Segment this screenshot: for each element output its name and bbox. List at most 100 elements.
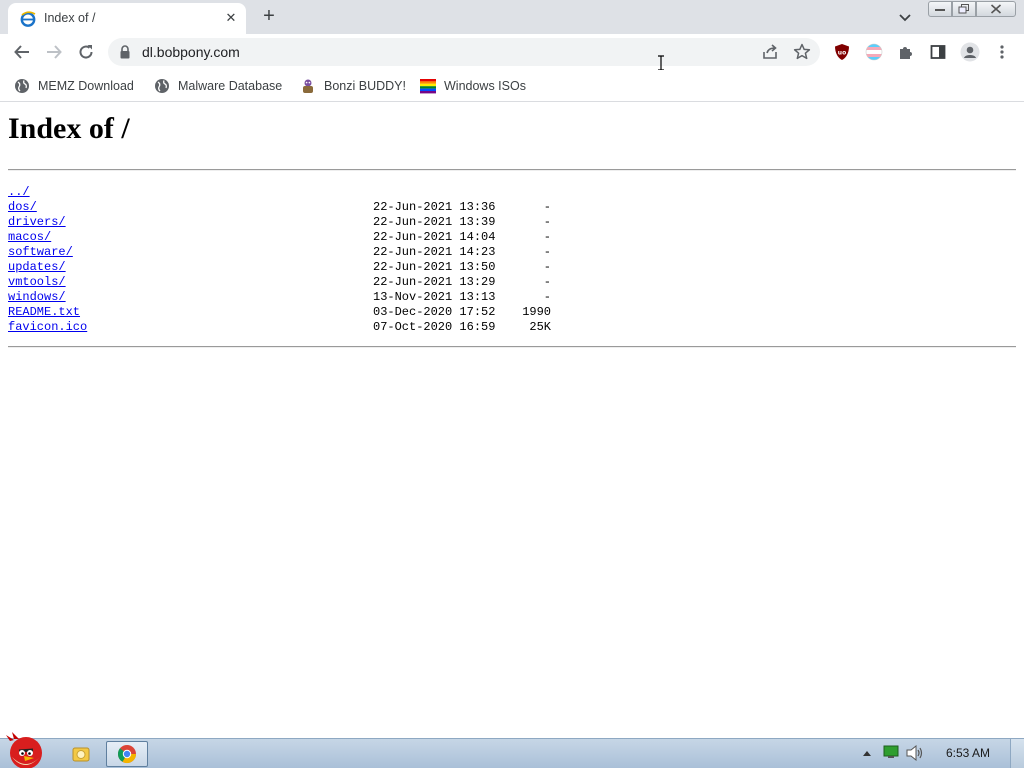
file-explorer-icon <box>72 747 90 762</box>
entry-date: 07-Oct-2020 16:59 <box>373 320 496 334</box>
show-hidden-icons-icon[interactable] <box>862 749 872 757</box>
text-cursor-icon <box>658 55 664 71</box>
bookmark-windows-isos[interactable]: Windows ISOs <box>420 76 526 96</box>
back-button[interactable] <box>10 40 34 64</box>
entry-link-drivers[interactable]: drivers/ <box>8 215 66 230</box>
ublock-icon: uo <box>835 44 849 60</box>
volume-icon[interactable] <box>906 745 924 761</box>
entry-link-macos[interactable]: macos/ <box>8 230 51 245</box>
minimize-button[interactable] <box>928 1 952 17</box>
arrow-left-icon <box>14 45 29 59</box>
url-text[interactable]: dl.bobpony.com <box>142 44 240 60</box>
extensions-button[interactable] <box>894 40 918 64</box>
side-panel-button[interactable] <box>926 40 950 64</box>
list-item: ../ <box>8 185 51 200</box>
tab-strip: Index of / ✕ + <box>0 0 1024 34</box>
reload-button[interactable] <box>74 40 98 64</box>
bookmarks-bar: MEMZ Download Malware Database Bonzi BUD… <box>0 70 1024 102</box>
list-item: README.txt 03-Dec-2020 17:52 1990 <box>8 305 551 320</box>
close-tab-icon[interactable]: ✕ <box>222 9 240 27</box>
list-item: updates/ 22-Jun-2021 13:50 - <box>8 260 551 275</box>
entry-date: 22-Jun-2021 13:29 <box>373 275 496 289</box>
entry-size: - <box>543 230 551 244</box>
entry-link-readme[interactable]: README.txt <box>8 305 80 320</box>
internet-explorer-icon <box>20 11 36 27</box>
list-item: software/ 22-Jun-2021 14:23 - <box>8 245 551 260</box>
close-icon <box>990 4 1002 14</box>
lock-icon[interactable] <box>118 44 132 60</box>
bookmark-star-icon[interactable] <box>792 42 812 62</box>
chevron-down-icon[interactable] <box>894 6 916 28</box>
taskbar-chrome[interactable] <box>106 741 148 767</box>
list-item: macos/ 22-Jun-2021 14:04 - <box>8 230 551 245</box>
new-tab-button[interactable]: + <box>258 6 280 28</box>
globe-icon <box>155 79 169 93</box>
flag-extension-button[interactable] <box>862 40 886 64</box>
avatar-icon <box>960 42 980 62</box>
restore-icon <box>958 4 969 14</box>
entry-date: 22-Jun-2021 14:04 <box>373 230 496 244</box>
list-item: drivers/ 22-Jun-2021 13:39 - <box>8 215 551 230</box>
bookmark-label: Malware Database <box>178 79 283 93</box>
svg-text:uo: uo <box>838 50 846 57</box>
list-item: windows/ 13-Nov-2021 13:13 - <box>8 290 551 305</box>
entry-size: - <box>543 245 551 259</box>
share-icon[interactable] <box>760 42 780 62</box>
entry-date: 13-Nov-2021 13:13 <box>373 290 496 304</box>
directory-listing: ../ dos/ 22-Jun-2021 13:36 - drivers/ 22… <box>8 185 551 335</box>
entry-date: 22-Jun-2021 14:23 <box>373 245 496 259</box>
tab-index-of[interactable]: Index of / ✕ <box>8 3 246 34</box>
list-item: vmtools/ 22-Jun-2021 13:29 - <box>8 275 551 290</box>
top-divider <box>8 169 1016 171</box>
show-desktop-button[interactable] <box>1010 739 1024 768</box>
entry-date: 22-Jun-2021 13:36 <box>373 200 496 214</box>
bookmark-memz-download[interactable]: MEMZ Download <box>14 76 134 96</box>
list-item: favicon.ico 07-Oct-2020 16:59 25K <box>8 320 551 335</box>
close-window-button[interactable] <box>976 1 1016 17</box>
network-icon[interactable] <box>883 745 899 759</box>
entry-link-updates[interactable]: updates/ <box>8 260 66 275</box>
ublock-extension-button[interactable]: uo <box>830 40 854 64</box>
entry-link-favicon[interactable]: favicon.ico <box>8 320 87 335</box>
angry-bird-icon[interactable] <box>2 731 50 768</box>
profile-button[interactable] <box>958 40 982 64</box>
more-vert-icon <box>1000 45 1004 59</box>
entry-size: - <box>543 275 551 289</box>
entry-link-parent[interactable]: ../ <box>8 185 30 200</box>
entry-size: - <box>543 200 551 214</box>
entry-link-windows[interactable]: windows/ <box>8 290 66 305</box>
address-bar[interactable]: dl.bobpony.com <box>108 38 820 66</box>
puzzle-icon <box>900 47 912 59</box>
entry-link-software[interactable]: software/ <box>8 245 73 260</box>
entry-date: 22-Jun-2021 13:50 <box>373 260 496 274</box>
taskbar-file-explorer[interactable] <box>60 741 102 767</box>
entry-size: - <box>543 260 551 274</box>
entry-link-vmtools[interactable]: vmtools/ <box>8 275 66 290</box>
reload-icon <box>79 45 93 59</box>
restore-button[interactable] <box>952 1 976 17</box>
bottom-divider <box>8 346 1016 348</box>
menu-button[interactable] <box>990 40 1014 64</box>
entry-size: - <box>543 215 551 229</box>
minimize-icon <box>935 9 945 11</box>
bookmark-label: Windows ISOs <box>444 79 526 93</box>
browser-toolbar: dl.bobpony.com uo <box>0 34 1024 70</box>
trans-flag-icon <box>865 43 883 61</box>
taskbar-clock[interactable]: 6:53 AM <box>946 746 990 760</box>
bookmark-label: MEMZ Download <box>38 79 134 93</box>
arrow-right-icon <box>47 45 62 59</box>
bookmark-label: Bonzi BUDDY! <box>324 79 406 93</box>
entry-date: 03-Dec-2020 17:52 <box>373 305 496 319</box>
bookmark-bonzi-buddy[interactable]: Bonzi BUDDY! <box>300 76 406 96</box>
forward-button[interactable] <box>42 40 66 64</box>
taskbar: 6:53 AM <box>0 732 1024 768</box>
side-panel-icon <box>930 45 946 59</box>
page-title: Index of / <box>8 112 130 145</box>
entry-size: 1990 <box>522 305 551 319</box>
bookmark-malware-database[interactable]: Malware Database <box>154 76 282 96</box>
globe-icon <box>15 79 29 93</box>
rainbow-flag-icon <box>420 79 436 94</box>
chrome-icon <box>117 745 136 764</box>
page-content: Index of / ../ dos/ 22-Jun-2021 13:36 - … <box>0 103 1024 738</box>
entry-link-dos[interactable]: dos/ <box>8 200 37 215</box>
